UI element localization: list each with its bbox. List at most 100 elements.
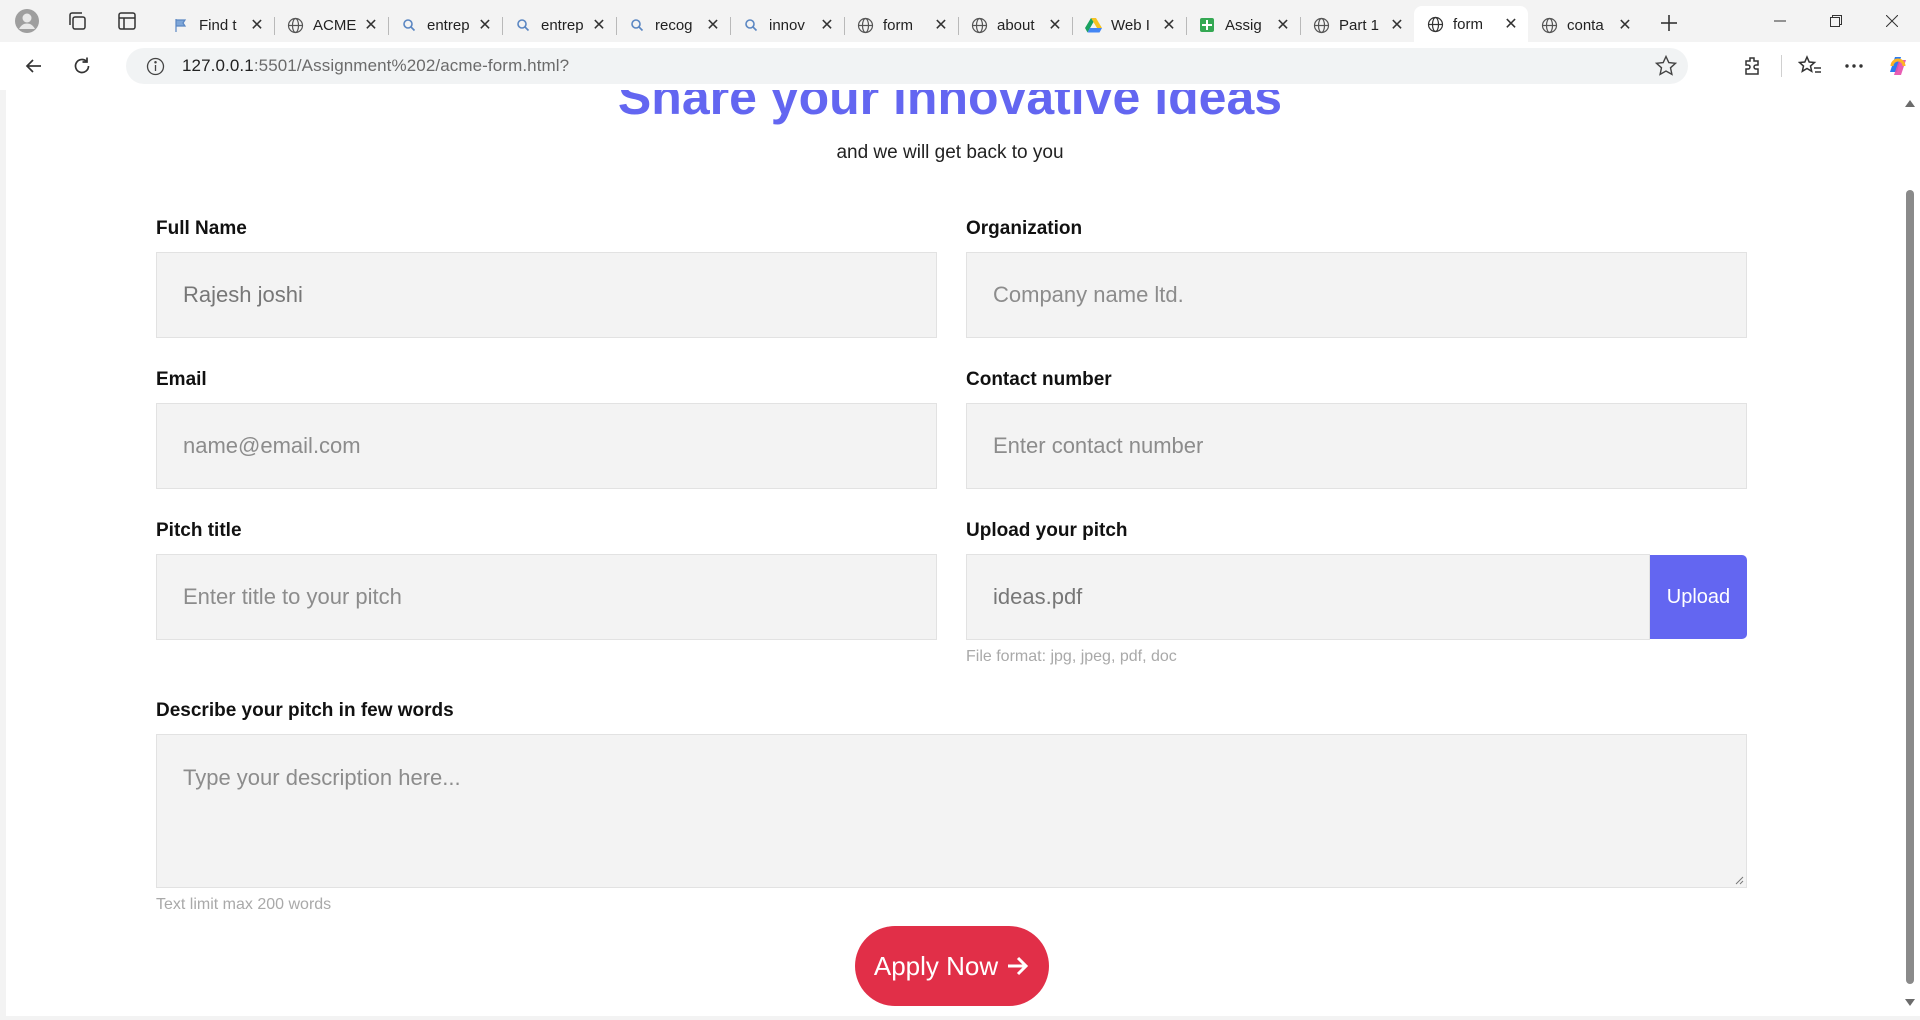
text-limit-hint: Text limit max 200 words [156, 896, 332, 913]
sheets-icon [1198, 16, 1216, 34]
tab-title: recog [655, 16, 693, 34]
tab-title: entrep [427, 16, 470, 34]
description-textarea[interactable]: Type your description here... [156, 734, 1747, 888]
tab-strip: Find t ✕ ACME ✕ entrep ✕ entrep ✕ recog ✕ inn… [0, 0, 1920, 42]
scroll-down-arrow-icon[interactable] [1905, 999, 1915, 1006]
resize-grip-icon[interactable] [1734, 875, 1744, 885]
description-label: Describe your pitch in few words [156, 700, 454, 721]
scroll-up-arrow-icon[interactable] [1905, 100, 1915, 107]
tab[interactable]: Assig ✕ [1186, 8, 1300, 42]
scrollbar-thumb[interactable] [1906, 190, 1914, 984]
close-icon[interactable]: ✕ [1502, 14, 1520, 34]
close-icon[interactable]: ✕ [1388, 15, 1406, 35]
tab[interactable]: entrep ✕ [502, 8, 616, 42]
workspaces-icon[interactable] [62, 6, 92, 36]
copilot-icon[interactable] [1876, 46, 1920, 86]
close-icon[interactable]: ✕ [1046, 15, 1064, 35]
tab[interactable]: entrep ✕ [388, 8, 502, 42]
close-icon[interactable]: ✕ [1616, 15, 1634, 35]
navigation-bar: 127.0.0.1:5501/Assignment%202/acme-form.… [0, 42, 1920, 90]
page-viewport: Share your innovative ideas and we will … [6, 90, 1900, 1016]
divider [1781, 55, 1782, 77]
close-icon[interactable]: ✕ [362, 15, 380, 35]
tab[interactable]: ACME ✕ [274, 8, 388, 42]
globe-icon [1312, 16, 1330, 34]
flag-icon [172, 16, 190, 34]
close-icon[interactable]: ✕ [1274, 15, 1292, 35]
upload-pitch-label: Upload your pitch [966, 520, 1128, 541]
tab[interactable]: Web I ✕ [1072, 8, 1186, 42]
close-icon[interactable]: ✕ [590, 15, 608, 35]
contact-number-input[interactable]: Enter contact number [966, 403, 1747, 489]
upload-button[interactable]: Upload [1650, 555, 1747, 639]
page-subtitle: and we will get back to you [836, 142, 1064, 163]
pitch-title-label: Pitch title [156, 520, 242, 541]
favorite-star-icon[interactable] [1654, 54, 1678, 83]
apply-now-button[interactable]: Apply Now [855, 926, 1049, 1006]
profile-icon[interactable] [12, 6, 42, 36]
full-name-input[interactable]: Rajesh joshi [156, 252, 937, 338]
upload-file-input[interactable]: ideas.pdf [966, 554, 1650, 640]
page-title: Share your innovative ideas [617, 90, 1283, 125]
page-scrollbar[interactable] [1900, 90, 1920, 1016]
search-icon [400, 16, 418, 34]
tab-title: entrep [541, 16, 584, 34]
pitch-title-input[interactable]: Enter title to your pitch [156, 554, 937, 640]
search-icon [514, 16, 532, 34]
tab-actions-icon[interactable] [112, 6, 142, 36]
arrow-right-icon [1008, 956, 1029, 976]
globe-icon [856, 16, 874, 34]
more-options-icon[interactable] [1832, 46, 1876, 86]
close-icon[interactable]: ✕ [932, 15, 950, 35]
contact-number-label: Contact number [966, 369, 1112, 390]
tab-title: Find t [199, 16, 237, 34]
close-icon[interactable]: ✕ [248, 15, 266, 35]
globe-icon [970, 16, 988, 34]
organization-label: Organization [966, 218, 1083, 239]
close-icon[interactable]: ✕ [818, 15, 836, 35]
full-name-label: Full Name [156, 218, 247, 239]
email-label: Email [156, 369, 207, 390]
tab[interactable]: innov ✕ [730, 8, 844, 42]
tab[interactable]: conta ✕ [1528, 8, 1642, 42]
info-icon[interactable] [142, 53, 168, 79]
tab-title: conta [1567, 16, 1604, 34]
tab[interactable]: about ✕ [958, 8, 1072, 42]
tab-active[interactable]: form ✕ [1414, 6, 1528, 42]
tab[interactable]: form ✕ [844, 8, 958, 42]
address-bar[interactable]: 127.0.0.1:5501/Assignment%202/acme-form.… [126, 48, 1688, 84]
tab[interactable]: Find t ✕ [160, 8, 274, 42]
extensions-icon[interactable] [1731, 46, 1775, 86]
tab-list: Find t ✕ ACME ✕ entrep ✕ entrep ✕ recog ✕ inn… [160, 0, 1688, 42]
file-format-hint: File format: jpg, jpeg, pdf, doc [966, 648, 1177, 665]
description-placeholder: Type your description here... [183, 765, 461, 790]
tab-title: form [883, 16, 913, 34]
url-text: 127.0.0.1:5501/Assignment%202/acme-form.… [182, 56, 570, 75]
minimize-button[interactable] [1752, 0, 1808, 42]
favorites-icon[interactable] [1788, 46, 1832, 86]
tab-title: form [1453, 15, 1483, 33]
globe-icon [1540, 16, 1558, 34]
restore-button[interactable] [1808, 0, 1864, 42]
search-icon [742, 16, 760, 34]
tab[interactable]: Part 1 ✕ [1300, 8, 1414, 42]
tab-title: Assig [1225, 16, 1262, 34]
organization-input[interactable]: Company name ltd. [966, 252, 1747, 338]
tab-title: innov [769, 16, 805, 34]
close-window-button[interactable] [1864, 0, 1920, 42]
tab-title: about [997, 16, 1035, 34]
close-icon[interactable]: ✕ [1160, 15, 1178, 35]
close-icon[interactable]: ✕ [476, 15, 494, 35]
apply-now-label: Apply Now [873, 950, 999, 981]
tab[interactable]: recog ✕ [616, 8, 730, 42]
globe-icon [1426, 15, 1444, 33]
email-input[interactable]: name@email.com [156, 403, 937, 489]
search-icon [628, 16, 646, 34]
back-button[interactable] [14, 46, 54, 86]
close-icon[interactable]: ✕ [704, 15, 722, 35]
tab-title: ACME [313, 16, 357, 34]
reload-button[interactable] [62, 46, 102, 86]
new-tab-button[interactable] [1650, 4, 1688, 42]
tab-title: Web I [1111, 16, 1150, 34]
drive-icon [1084, 16, 1102, 34]
